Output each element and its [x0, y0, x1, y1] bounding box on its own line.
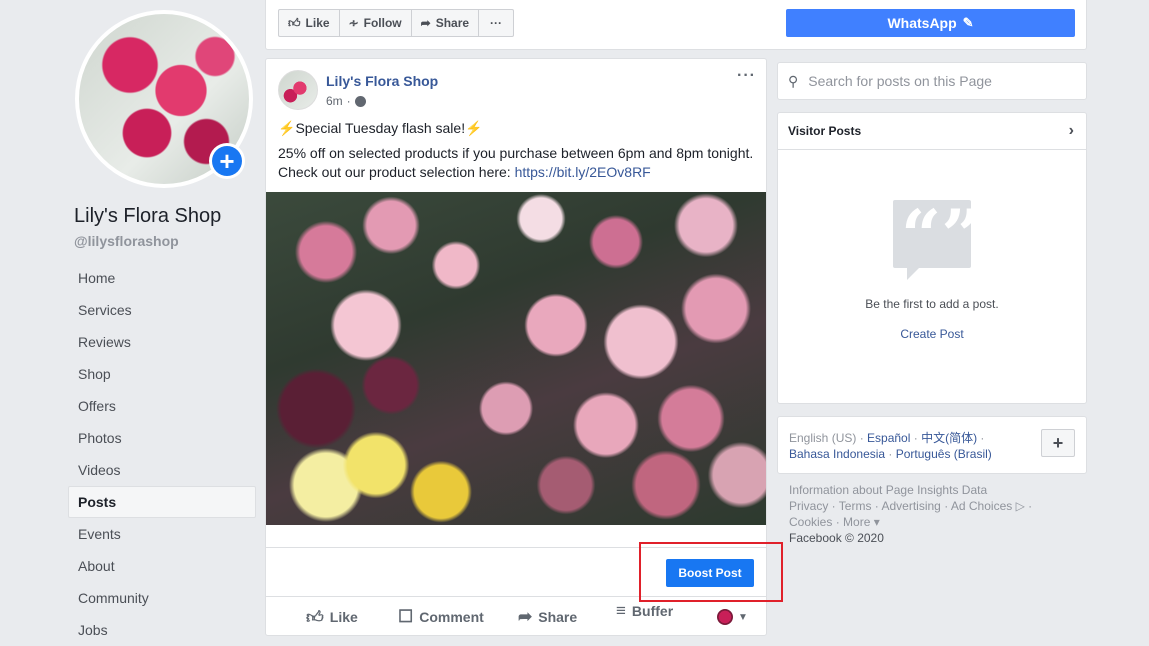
meta-separator: ·: [346, 94, 351, 108]
nav-item-photos[interactable]: Photos: [68, 422, 256, 454]
page-nav: Home Services Reviews Shop Offers Photos…: [68, 262, 256, 646]
cookies-link[interactable]: Cookies: [789, 515, 832, 529]
post-as-selector[interactable]: ▼: [717, 609, 748, 625]
visitor-posts-empty-text: Be the first to add a post.: [865, 297, 999, 311]
terms-link[interactable]: Terms: [839, 499, 872, 513]
visitor-posts-title: Visitor Posts: [788, 124, 862, 138]
post-author-avatar[interactable]: [278, 70, 318, 110]
nav-item-shop[interactable]: Shop: [68, 358, 256, 390]
page-handle[interactable]: @lilysflorashop: [74, 233, 179, 249]
nav-item-community[interactable]: Community: [68, 582, 256, 614]
language-chinese[interactable]: 中文(简体): [921, 431, 977, 445]
page-share-label: Share: [435, 16, 470, 30]
more-dots-icon: ···: [490, 16, 503, 30]
share-arrow-icon: ➦: [518, 607, 533, 626]
post-text: ⚡Special Tuesday flash sale!⚡ 25% off on…: [278, 119, 760, 188]
post-share-button[interactable]: ➦ Share: [518, 607, 577, 627]
comment-bubble-icon: ☐: [398, 607, 414, 626]
share-arrow-icon: ➦: [420, 16, 431, 30]
post-meta: 6m ·: [326, 94, 366, 108]
page-name[interactable]: Lily's Flora Shop: [74, 205, 221, 228]
visitor-posts-header[interactable]: Visitor Posts ›: [778, 113, 1086, 150]
comment-label: Comment: [419, 609, 484, 625]
search-icon: ⚲: [788, 72, 799, 89]
post-image-tulip-bouquets[interactable]: [266, 192, 766, 525]
boost-post-highlight-box: [639, 542, 783, 602]
language-indonesia[interactable]: Bahasa Indonesia: [789, 447, 885, 461]
footer-links: Information about Page Insights Data Pri…: [789, 482, 1079, 546]
page-avatar-icon: [717, 609, 733, 625]
language-panel: English (US) · Español · 中文(简体) · Bahasa…: [777, 416, 1087, 474]
language-espanol[interactable]: Español: [867, 431, 910, 445]
nav-item-jobs[interactable]: Jobs: [68, 614, 256, 646]
post-like-button[interactable]: 👍︎ Like: [306, 607, 358, 628]
follow-label: Follow: [363, 16, 402, 30]
separator: ·: [910, 431, 922, 445]
post-link[interactable]: https://bit.ly/2EOv8RF: [515, 164, 651, 180]
post-headline: ⚡Special Tuesday flash sale!⚡: [278, 119, 760, 138]
post-options-button[interactable]: ···: [737, 67, 756, 85]
page-search-box[interactable]: ⚲: [777, 62, 1087, 100]
post-actions: 👍︎ Like ☐ Comment ➦ Share ≡ Buffer ▼: [266, 599, 766, 635]
chevron-right-icon[interactable]: ›: [1069, 122, 1074, 140]
nav-item-offers[interactable]: Offers: [68, 390, 256, 422]
nav-item-posts[interactable]: Posts: [68, 486, 256, 518]
insights-info-link[interactable]: Information about Page Insights Data: [789, 483, 987, 497]
pencil-icon[interactable]: ✎: [963, 15, 974, 31]
add-language-button[interactable]: +: [1041, 429, 1075, 457]
rss-icon: ∻: [348, 16, 359, 30]
buffer-stack-icon: ≡: [616, 601, 626, 620]
page-like-button[interactable]: 👍︎ Like: [279, 10, 340, 36]
globe-icon: [354, 95, 366, 107]
nav-item-events[interactable]: Events: [68, 518, 256, 550]
plus-icon: +: [212, 146, 242, 176]
page-action-buttons: 👍︎ Like ∻ Follow ➦ Share ···: [278, 9, 515, 37]
post-headline-text: Special Tuesday flash sale!: [295, 120, 466, 136]
post-timestamp[interactable]: 6m: [326, 94, 343, 108]
page-share-button[interactable]: ➦ Share: [412, 10, 480, 36]
more-options-button[interactable]: ···: [479, 10, 513, 36]
separator: ·: [885, 447, 896, 461]
visitor-posts-panel: Visitor Posts › “” Be the first to add a…: [777, 112, 1087, 404]
language-list: English (US) · Español · 中文(简体) · Bahasa…: [789, 430, 1019, 462]
ad-choices-icon: ▷: [1012, 499, 1025, 513]
thumbs-up-icon: 👍︎: [288, 15, 301, 30]
post-author-name[interactable]: Lily's Flora Shop: [326, 73, 438, 89]
caret-down-icon: ▼: [738, 611, 748, 623]
nav-item-reviews[interactable]: Reviews: [68, 326, 256, 358]
buffer-label: Buffer: [631, 603, 674, 619]
whatsapp-button[interactable]: WhatsApp ✎: [786, 9, 1075, 37]
post-share-label: Share: [538, 609, 578, 625]
add-profile-photo-button[interactable]: +: [209, 143, 245, 179]
copyright: Facebook © 2020: [789, 531, 884, 545]
ad-choices-link[interactable]: Ad Choices: [951, 499, 1012, 513]
follow-button[interactable]: ∻ Follow: [340, 10, 412, 36]
page-like-label: Like: [305, 16, 330, 30]
current-language: English (US): [789, 431, 857, 445]
more-link[interactable]: More: [843, 515, 870, 529]
language-portugues[interactable]: Português (Brasil): [896, 447, 992, 461]
nav-item-videos[interactable]: Videos: [68, 454, 256, 486]
post-like-label: Like: [329, 609, 358, 625]
lightning-icon: ⚡: [465, 120, 483, 136]
separator: ·: [977, 431, 985, 445]
create-post-link[interactable]: Create Post: [778, 327, 1086, 341]
caret-down-icon: ▾: [870, 515, 880, 529]
page-action-bar: 👍︎ Like ∻ Follow ➦ Share ··· WhatsApp ✎: [265, 0, 1087, 50]
nav-item-home[interactable]: Home: [68, 262, 256, 294]
lightning-icon: ⚡: [278, 120, 296, 136]
advertising-link[interactable]: Advertising: [881, 499, 940, 513]
nav-item-services[interactable]: Services: [68, 294, 256, 326]
quote-bubble-icon: “”: [893, 194, 982, 280]
comment-button[interactable]: ☐ Comment: [398, 607, 484, 627]
nav-item-about[interactable]: About: [68, 550, 256, 582]
search-input[interactable]: [808, 73, 1069, 89]
thumbs-up-icon: 👍︎: [306, 607, 324, 627]
buffer-button[interactable]: ≡ Buffer: [616, 601, 673, 621]
separator: ·: [856, 431, 868, 445]
whatsapp-label: WhatsApp: [887, 15, 957, 31]
post-body: 25% off on selected products if you purc…: [278, 144, 760, 182]
privacy-link[interactable]: Privacy: [789, 499, 828, 513]
